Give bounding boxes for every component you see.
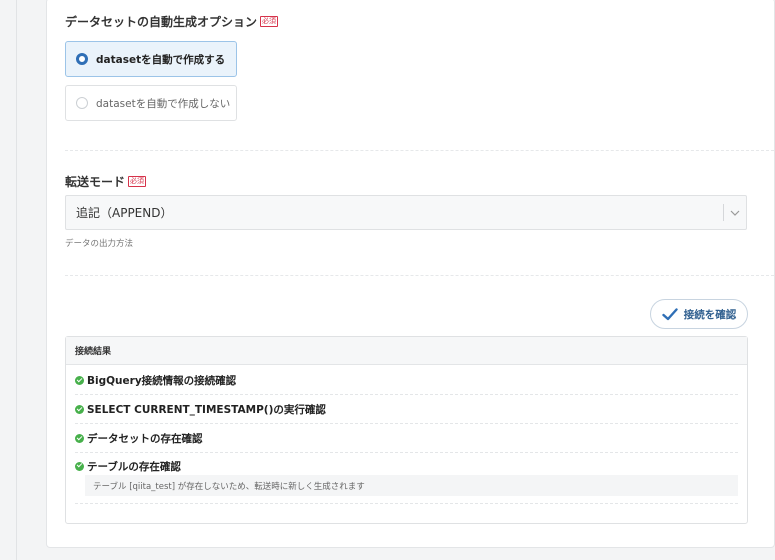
settings-card: データセットの自動生成オプション 必須 datasetを自動で作成する data… <box>46 0 775 548</box>
transfer-mode-label: 転送モード 必須 <box>65 175 147 189</box>
result-item: SELECT CURRENT_TIMESTAMP()の実行確認 <box>75 396 738 424</box>
check-connection-button[interactable]: 接続を確認 <box>650 299 748 329</box>
result-divider <box>75 503 738 504</box>
dataset-option-label: データセットの自動生成オプション 必須 <box>65 15 279 29</box>
check-connection-label: 接続を確認 <box>683 308 737 321</box>
connection-results: 接続結果 BigQuery接続情報の接続確認 SELECT CURRENT_TI… <box>65 336 748 524</box>
radio-no-create-dataset[interactable]: datasetを自動で作成しない <box>65 85 237 121</box>
required-badge: 必須 <box>260 16 279 27</box>
radio-no-create-dataset-label: datasetを自動で作成しない <box>96 97 231 110</box>
transfer-mode-help: データの出力方法 <box>65 239 134 249</box>
left-rail <box>0 0 17 560</box>
transfer-mode-value: 追記（APPEND） <box>76 206 173 220</box>
result-note: テーブル [qiita_test] が存在しないため、転送時に新しく生成されます <box>85 475 738 496</box>
check-circle-icon <box>75 461 84 471</box>
radio-create-dataset[interactable]: datasetを自動で作成する <box>65 41 237 77</box>
radio-selected-icon <box>76 53 88 65</box>
result-item: BigQuery接続情報の接続確認 <box>75 367 738 395</box>
transfer-mode-select[interactable]: 追記（APPEND） <box>65 195 747 230</box>
section-divider <box>65 150 774 151</box>
section-divider <box>65 275 774 276</box>
result-item: データセットの存在確認 <box>75 425 738 453</box>
connection-results-title: 接続結果 <box>66 337 747 365</box>
check-circle-icon <box>75 376 84 385</box>
chevron-down-icon[interactable] <box>724 210 746 216</box>
required-badge: 必須 <box>128 176 147 187</box>
check-circle-icon <box>75 434 84 443</box>
check-circle-icon <box>75 405 84 414</box>
check-icon <box>662 307 678 320</box>
radio-create-dataset-label: datasetを自動で作成する <box>96 53 226 66</box>
radio-unselected-icon <box>76 97 88 109</box>
